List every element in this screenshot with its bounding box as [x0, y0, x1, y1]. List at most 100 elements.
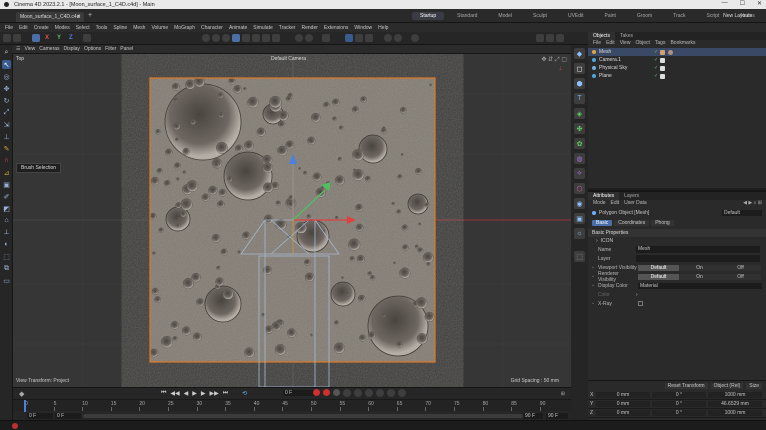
prev-frame-button[interactable]: ◀	[184, 390, 189, 397]
hamburger-icon[interactable]: ☰	[16, 46, 20, 52]
maximize-button[interactable]: ☐	[740, 0, 745, 7]
generator-icon[interactable]: ⬢	[574, 78, 585, 89]
last-frame-button[interactable]: ⏭	[223, 390, 228, 397]
object-row-mesh[interactable]: Mesh ✓	[588, 48, 766, 56]
object-row-camera-1[interactable]: Camera.1 ✓	[588, 56, 766, 64]
coord-reset-transform[interactable]: Reset Transform	[664, 383, 708, 389]
keyframe-icon[interactable]: ◆	[19, 390, 24, 398]
subtab-coordinates[interactable]: Coordinates	[614, 219, 650, 226]
live-select-icon[interactable]: ◎	[2, 72, 11, 81]
autokey-button[interactable]	[323, 389, 330, 396]
rotation-field[interactable]: 0 °	[652, 410, 706, 416]
menu-edit[interactable]: Edit	[19, 25, 28, 31]
current-frame-field[interactable]: 0 F	[283, 390, 317, 396]
tag-icon[interactable]	[660, 49, 665, 55]
attr-nav-icons[interactable]: ◀ ▶ ⌕ ⊞	[743, 200, 762, 206]
record-button[interactable]	[313, 389, 320, 396]
visibility-option-default[interactable]: Default	[638, 273, 679, 280]
menu-volume[interactable]: Volume	[151, 25, 168, 31]
subdivision-surface-icon[interactable]: ◈	[574, 108, 585, 119]
subtab-phong[interactable]: Phong	[651, 219, 674, 226]
effector-icon[interactable]: ⬡	[574, 183, 585, 194]
collapse-icon[interactable]: ›	[596, 238, 598, 244]
key-scale-icon[interactable]	[365, 389, 373, 397]
loop-button[interactable]: ⟲	[242, 390, 247, 397]
undo-icon[interactable]	[3, 34, 11, 42]
next-frame-button[interactable]: ▶	[201, 390, 206, 397]
key-param-icon[interactable]	[376, 389, 384, 397]
select-tool-icon[interactable]: ↖	[2, 60, 11, 69]
objects-menu-bookmarks[interactable]: Bookmarks	[670, 40, 695, 48]
workplane-icon[interactable]	[304, 34, 313, 42]
rotation-field[interactable]: 0 °	[652, 392, 706, 398]
key-position-icon[interactable]	[343, 389, 351, 397]
tag-icon[interactable]	[660, 65, 665, 71]
sculpt-icon[interactable]: ◐	[2, 240, 11, 249]
viewport-menu-options[interactable]: Options	[84, 46, 101, 52]
enabled-check-icon[interactable]: ✓	[654, 65, 658, 71]
close-icon[interactable]: ✕	[77, 14, 81, 20]
first-frame-button[interactable]: ⏮	[161, 390, 166, 397]
viewport-camera-label[interactable]: Default Camera	[271, 56, 306, 62]
menu-animate[interactable]: Animate	[229, 25, 247, 31]
move-mode-icon[interactable]	[32, 34, 40, 42]
timeline-settings-icon[interactable]: ⊞	[561, 391, 565, 397]
key-pla-icon[interactable]	[387, 389, 395, 397]
attr-menu-edit[interactable]: Edit	[611, 200, 620, 208]
objects-menu-tags[interactable]: Tags	[655, 40, 666, 48]
environment-icon[interactable]: ◉	[574, 198, 585, 209]
visibility-option-on[interactable]: On	[679, 273, 720, 280]
color-expand-icon[interactable]: ›	[636, 292, 638, 298]
object-row-plane[interactable]: Plane ✓	[588, 72, 766, 80]
display-color-select[interactable]: Material	[638, 282, 762, 289]
layout-tab-model[interactable]: Model	[490, 12, 520, 20]
paint-icon[interactable]: ✐	[2, 192, 11, 201]
scale-tool-icon[interactable]: ⤢	[2, 108, 11, 117]
end-frame-field[interactable]: 90 F	[546, 413, 568, 419]
layout-tab-uvedit[interactable]: UVEdit	[560, 12, 592, 20]
viewport-menu-filter[interactable]: Filter	[105, 46, 116, 52]
cloner-icon[interactable]: ✤	[574, 123, 585, 134]
coord-size[interactable]: Size	[746, 383, 762, 389]
menu-mograph[interactable]: MoGraph	[174, 25, 195, 31]
layout-tab-track[interactable]: Track	[665, 12, 693, 20]
size-field[interactable]: 1000 mm	[708, 392, 762, 398]
subtab-basic[interactable]: Basic	[592, 219, 613, 226]
motion-system-icon[interactable]	[398, 389, 406, 397]
points-mode-icon[interactable]	[241, 34, 250, 42]
axis-x-lock[interactable]: X	[45, 35, 49, 41]
menu-extensions[interactable]: Extensions	[324, 25, 348, 31]
bevel-icon[interactable]: ◩	[2, 204, 11, 213]
document-tab[interactable]: Moon_surface_1_C4D.c4d ✕	[16, 12, 84, 22]
rotate-tool-icon[interactable]: ↻	[2, 96, 11, 105]
deformer-icon[interactable]: ◍	[574, 153, 585, 164]
layout-tab-groom[interactable]: Groom	[629, 12, 660, 20]
axis-tool-icon[interactable]: ⊥	[2, 132, 11, 141]
attr-menu-mode[interactable]: Mode	[593, 200, 606, 208]
prev-key-button[interactable]: ◀◀	[170, 390, 179, 397]
viewport-nav-icons[interactable]: ✥ ⇵ ⤢ ▢	[541, 56, 567, 64]
play-button[interactable]: ▶	[192, 390, 197, 397]
cloner-icon[interactable]	[383, 34, 392, 42]
axis-y-lock[interactable]: Y	[57, 35, 61, 41]
field-icon[interactable]: ⟡	[574, 168, 585, 179]
menu-file[interactable]: File	[5, 25, 13, 31]
range-end-field[interactable]: 90 F	[523, 413, 543, 419]
subdivision-icon[interactable]	[364, 34, 373, 42]
next-key-button[interactable]: ▶▶	[210, 390, 219, 397]
magnet-icon[interactable]: ∩	[2, 156, 11, 165]
redo-icon[interactable]	[13, 34, 21, 42]
search-icon[interactable]: ⌕	[2, 48, 11, 57]
spline-icon[interactable]: ◻	[574, 63, 585, 74]
coordinate-system-icon[interactable]	[82, 34, 91, 42]
position-field[interactable]: 0 mm	[596, 410, 650, 416]
objects-menu-edit[interactable]: Edit	[606, 40, 615, 48]
uv-mode-icon[interactable]	[271, 34, 280, 42]
key-rotation-icon[interactable]	[354, 389, 362, 397]
attr-menu-user-data[interactable]: User Data	[624, 200, 647, 208]
coord-object-rel-[interactable]: Object (Rel)	[710, 383, 744, 389]
snap-icon[interactable]	[294, 34, 303, 42]
menu-spline[interactable]: Spline	[113, 25, 127, 31]
tag-icon[interactable]	[660, 73, 665, 79]
range-start-field[interactable]: 0 F	[55, 413, 81, 419]
